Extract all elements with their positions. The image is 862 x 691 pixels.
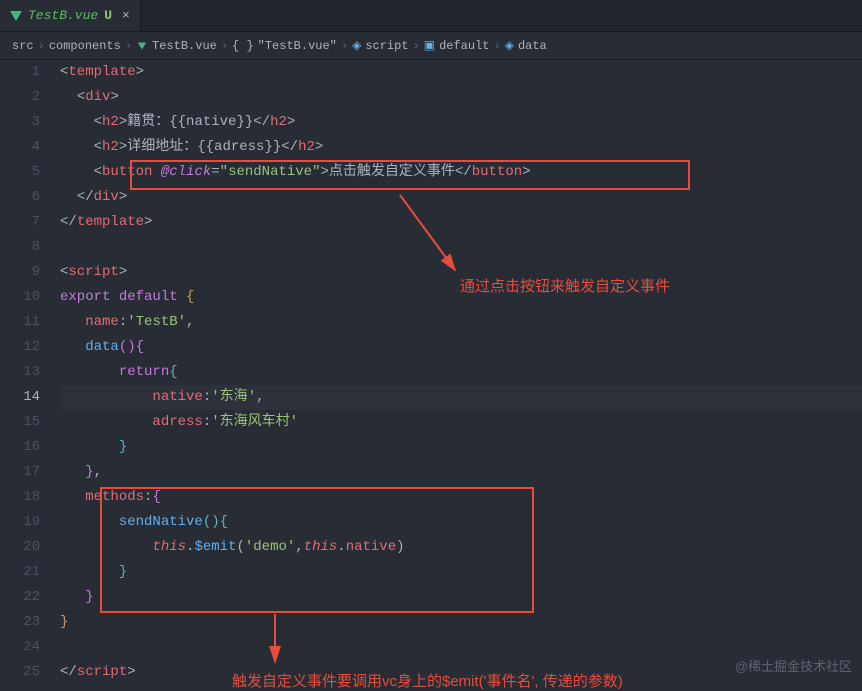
code-area[interactable]: <template> <div> <h2>籍贯：{{native}}</h2> … xyxy=(60,60,862,685)
cube-icon: ◈ xyxy=(505,38,514,53)
code-line: data(){ xyxy=(60,335,862,360)
breadcrumb: src › components › TestB.vue › { } "Test… xyxy=(0,32,862,60)
code-line xyxy=(60,235,862,260)
annotation-text-2: 触发自定义事件要调用vc身上的$emit('事件名', 传递的参数) xyxy=(232,670,623,691)
code-line: <h2>详细地址：{{adress}}</h2> xyxy=(60,135,862,160)
code-line: sendNative(){ xyxy=(60,510,862,535)
crumb-file[interactable]: TestB.vue xyxy=(152,39,217,53)
crumb-src[interactable]: src xyxy=(12,39,34,53)
code-line: } xyxy=(60,560,862,585)
chevron-right-icon: › xyxy=(38,39,45,53)
code-line: this.$emit('demo',this.native) xyxy=(60,535,862,560)
chevron-right-icon: › xyxy=(494,39,501,53)
chevron-right-icon: › xyxy=(221,39,228,53)
vue-icon xyxy=(10,11,22,21)
crumb-default[interactable]: default xyxy=(439,39,489,53)
vue-icon xyxy=(138,42,146,49)
editor[interactable]: 12345 678910 1112131415 1617181920 21222… xyxy=(0,60,862,685)
crumb-components[interactable]: components xyxy=(49,39,121,53)
code-line: native:'东海', xyxy=(60,385,862,410)
code-line: </template> xyxy=(60,210,862,235)
chevron-right-icon: › xyxy=(125,39,132,53)
cube-icon: ◈ xyxy=(352,38,361,53)
code-line: adress:'东海风车村' xyxy=(60,410,862,435)
code-line: } xyxy=(60,435,862,460)
crumb-script[interactable]: script xyxy=(365,39,408,53)
watermark: @稀土掘金技术社区 xyxy=(735,656,852,675)
square-icon: ▣ xyxy=(424,38,435,53)
tab-filename: TestB.vue xyxy=(28,8,98,23)
chevron-right-icon: › xyxy=(413,39,420,53)
annotation-text-1: 通过点击按钮来触发自定义事件 xyxy=(460,275,670,296)
code-line: } xyxy=(60,610,862,635)
line-gutter: 12345 678910 1112131415 1617181920 21222… xyxy=(0,60,60,685)
code-line: } xyxy=(60,585,862,610)
code-line: <h2>籍贯：{{native}}</h2> xyxy=(60,110,862,135)
code-line: <template> xyxy=(60,60,862,85)
chevron-right-icon: › xyxy=(341,39,348,53)
crumb-root[interactable]: "TestB.vue" xyxy=(258,39,337,53)
close-icon[interactable]: × xyxy=(122,8,130,23)
code-line: name:'TestB', xyxy=(60,310,862,335)
crumb-data[interactable]: data xyxy=(518,39,547,53)
code-line: return{ xyxy=(60,360,862,385)
code-line: <div> xyxy=(60,85,862,110)
code-line: methods:{ xyxy=(60,485,862,510)
code-line: }, xyxy=(60,460,862,485)
tab-bar: TestB.vue U × xyxy=(0,0,862,32)
braces-icon: { } xyxy=(232,39,254,53)
code-line: </div> xyxy=(60,185,862,210)
code-line: <button @click="sendNative">点击触发自定义事件</b… xyxy=(60,160,862,185)
file-status: U xyxy=(104,8,112,23)
tab-testb[interactable]: TestB.vue U × xyxy=(0,0,141,31)
